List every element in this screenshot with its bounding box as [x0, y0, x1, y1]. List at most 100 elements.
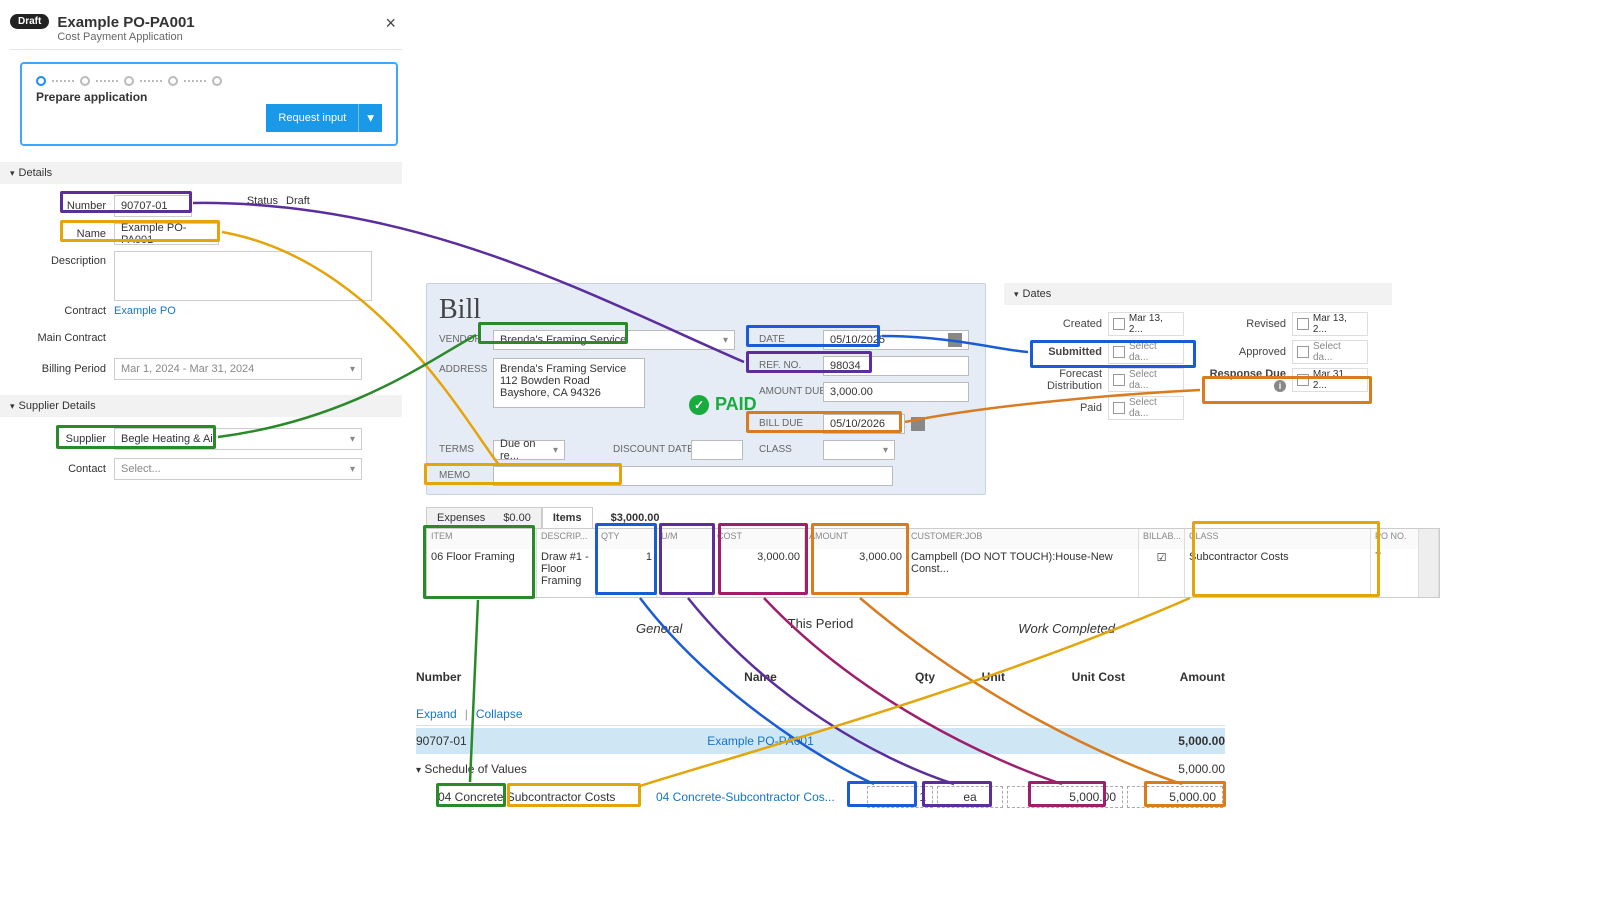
sched-label[interactable]: Schedule of Values [424, 762, 527, 776]
tab-expenses[interactable]: Expenses $0.00 [426, 507, 542, 529]
check-icon: ✓ [689, 395, 709, 415]
collapse-link[interactable]: Collapse [476, 707, 523, 721]
supplier-select[interactable]: Begle Heating & Air ▾ [114, 428, 362, 450]
col-pono: PO NO. [1371, 529, 1419, 549]
kebab-icon[interactable]: ⋮ [841, 787, 857, 807]
billdue-field[interactable]: 05/10/2026 [823, 414, 905, 434]
line-name[interactable]: 04 Concrete-Subcontractor Cos... [656, 790, 835, 804]
vendor-select[interactable]: Brenda's Framing Service▾ [493, 330, 735, 350]
line-unit-field[interactable]: ea [937, 786, 1003, 808]
cell-cost[interactable]: 3,000.00 [713, 549, 805, 597]
paid-date[interactable]: Select da... [1108, 396, 1184, 420]
col-desc: DESCRIP... [537, 529, 597, 549]
tab-items-label: Items [553, 512, 582, 524]
paid-text: PAID [715, 394, 757, 415]
record-subtitle: Cost Payment Application [57, 31, 194, 43]
record-title: Example PO-PA001 [57, 14, 194, 31]
section-supplier[interactable]: ▾ Supplier Details [0, 395, 402, 417]
status-value: Draft [286, 195, 310, 207]
col-qty: Qty [865, 670, 935, 684]
col-cost: COST [713, 529, 805, 549]
tab-items-amt: $3,000.00 [593, 512, 660, 524]
bill-panel: Bill VENDOR Brenda's Framing Service▾ AD… [426, 283, 986, 495]
cell-pono[interactable]: 7 [1371, 549, 1419, 597]
group-work: Work Completed [1018, 621, 1115, 645]
revised-date[interactable]: Mar 13, 2... [1292, 312, 1368, 336]
billing-period-field[interactable]: Mar 1, 2024 - Mar 31, 2024▾ [114, 358, 362, 380]
col-um: U/M [657, 529, 713, 549]
cell-desc[interactable]: Draw #1 - Floor Framing [537, 549, 597, 597]
cell-qty[interactable]: 1 [597, 549, 657, 597]
approved-date[interactable]: Select da... [1292, 340, 1368, 364]
created-date[interactable]: Mar 13, 2... [1108, 312, 1184, 336]
terms-select[interactable]: Due on re...▾ [493, 440, 565, 460]
request-input-caret[interactable]: ▾ [358, 104, 382, 132]
billing-period-value: Mar 1, 2024 - Mar 31, 2024 [121, 363, 254, 375]
name-field[interactable]: Example PO-PA001 [114, 223, 219, 245]
col-name: Name [656, 670, 865, 684]
forecast-label: Forecast Distribution [1004, 368, 1102, 392]
section-dates[interactable]: ▾ Dates [1004, 283, 1392, 305]
contact-label: Contact [12, 463, 106, 475]
cell-class[interactable]: Subcontractor Costs [1185, 549, 1371, 597]
vendor-value: Brenda's Framing Service [500, 334, 626, 346]
cell-billable[interactable]: ☑ [1139, 549, 1185, 597]
cell-um[interactable] [657, 549, 713, 597]
responsedue-date[interactable]: Mar 31, 2... [1292, 368, 1368, 392]
scroll-track[interactable] [1419, 549, 1439, 597]
calendar-icon[interactable] [911, 417, 925, 431]
col-item: ITEM [427, 529, 537, 549]
bill-date-value: 05/10/2025 [830, 334, 885, 346]
chevron-down-icon: ▾ [350, 464, 355, 475]
chevron-down-icon: ▾ [10, 395, 15, 417]
contact-select[interactable]: Select...▾ [114, 458, 362, 480]
responsedue-label: Response Duei [1208, 368, 1286, 392]
request-input-button[interactable]: Request input [266, 104, 358, 132]
close-icon[interactable]: × [379, 14, 402, 32]
draft-pill: Draft [10, 14, 49, 29]
supplier-value: Begle Heating & Air [121, 433, 216, 445]
summary-amount: 5,000.00 [1125, 734, 1225, 748]
cell-cust[interactable]: Campbell (DO NOT TOUCH):House-New Const.… [907, 549, 1139, 597]
workflow-step-5 [212, 76, 222, 86]
bill-date-field[interactable]: 05/10/2025 [823, 330, 969, 350]
submitted-date[interactable]: Select da... [1108, 340, 1184, 364]
section-details[interactable]: ▾ Details [0, 162, 402, 184]
expand-link[interactable]: Expand [416, 707, 457, 721]
discount-date-field[interactable] [691, 440, 743, 460]
approved-label: Approved [1208, 346, 1286, 358]
section-details-label: Details [19, 162, 53, 184]
calendar-icon [1113, 346, 1125, 358]
class-select[interactable]: ▾ [823, 440, 895, 460]
main-contract-label: Main Contract [12, 332, 106, 344]
workflow-card: Prepare application Request input ▾ [20, 62, 398, 146]
tab-expenses-label: Expenses [437, 512, 485, 524]
calendar-icon [1113, 318, 1125, 330]
contract-link[interactable]: Example PO [114, 305, 176, 317]
sched-amount: 5,000.00 [1125, 762, 1225, 776]
workflow-step-4 [168, 76, 178, 86]
tab-items[interactable]: Items [542, 507, 593, 529]
col-number: Number [416, 670, 656, 684]
memo-field[interactable] [493, 466, 893, 486]
summary-name[interactable]: Example PO-PA001 [656, 734, 865, 748]
cell-item[interactable]: 06 Floor Framing [427, 549, 537, 597]
cell-amt[interactable]: 3,000.00 [805, 549, 907, 597]
bill-heading: Bill [439, 294, 973, 326]
line-amount-field[interactable]: 5,000.00 [1127, 786, 1223, 808]
number-field[interactable]: 90707-01 [114, 195, 192, 217]
paid-stamp: ✓ PAID [689, 394, 757, 415]
forecast-date[interactable]: Select da... [1108, 368, 1184, 392]
address-field[interactable]: Brenda's Framing Service 112 Bowden Road… [493, 358, 645, 408]
info-icon[interactable]: i [1274, 380, 1286, 392]
refno-field[interactable]: 98034 [823, 356, 969, 376]
line-unitcost-field[interactable]: 5,000.00 [1007, 786, 1123, 808]
description-field[interactable] [114, 251, 372, 301]
billing-period-label: Billing Period [12, 363, 106, 375]
col-unit: Unit [935, 670, 1005, 684]
created-label: Created [1004, 318, 1102, 330]
line-qty-field[interactable]: 1 [867, 786, 933, 808]
chevron-down-icon: ▾ [350, 434, 355, 445]
workflow-step-1 [36, 76, 46, 86]
col-bill: BILLAB... [1139, 529, 1185, 549]
